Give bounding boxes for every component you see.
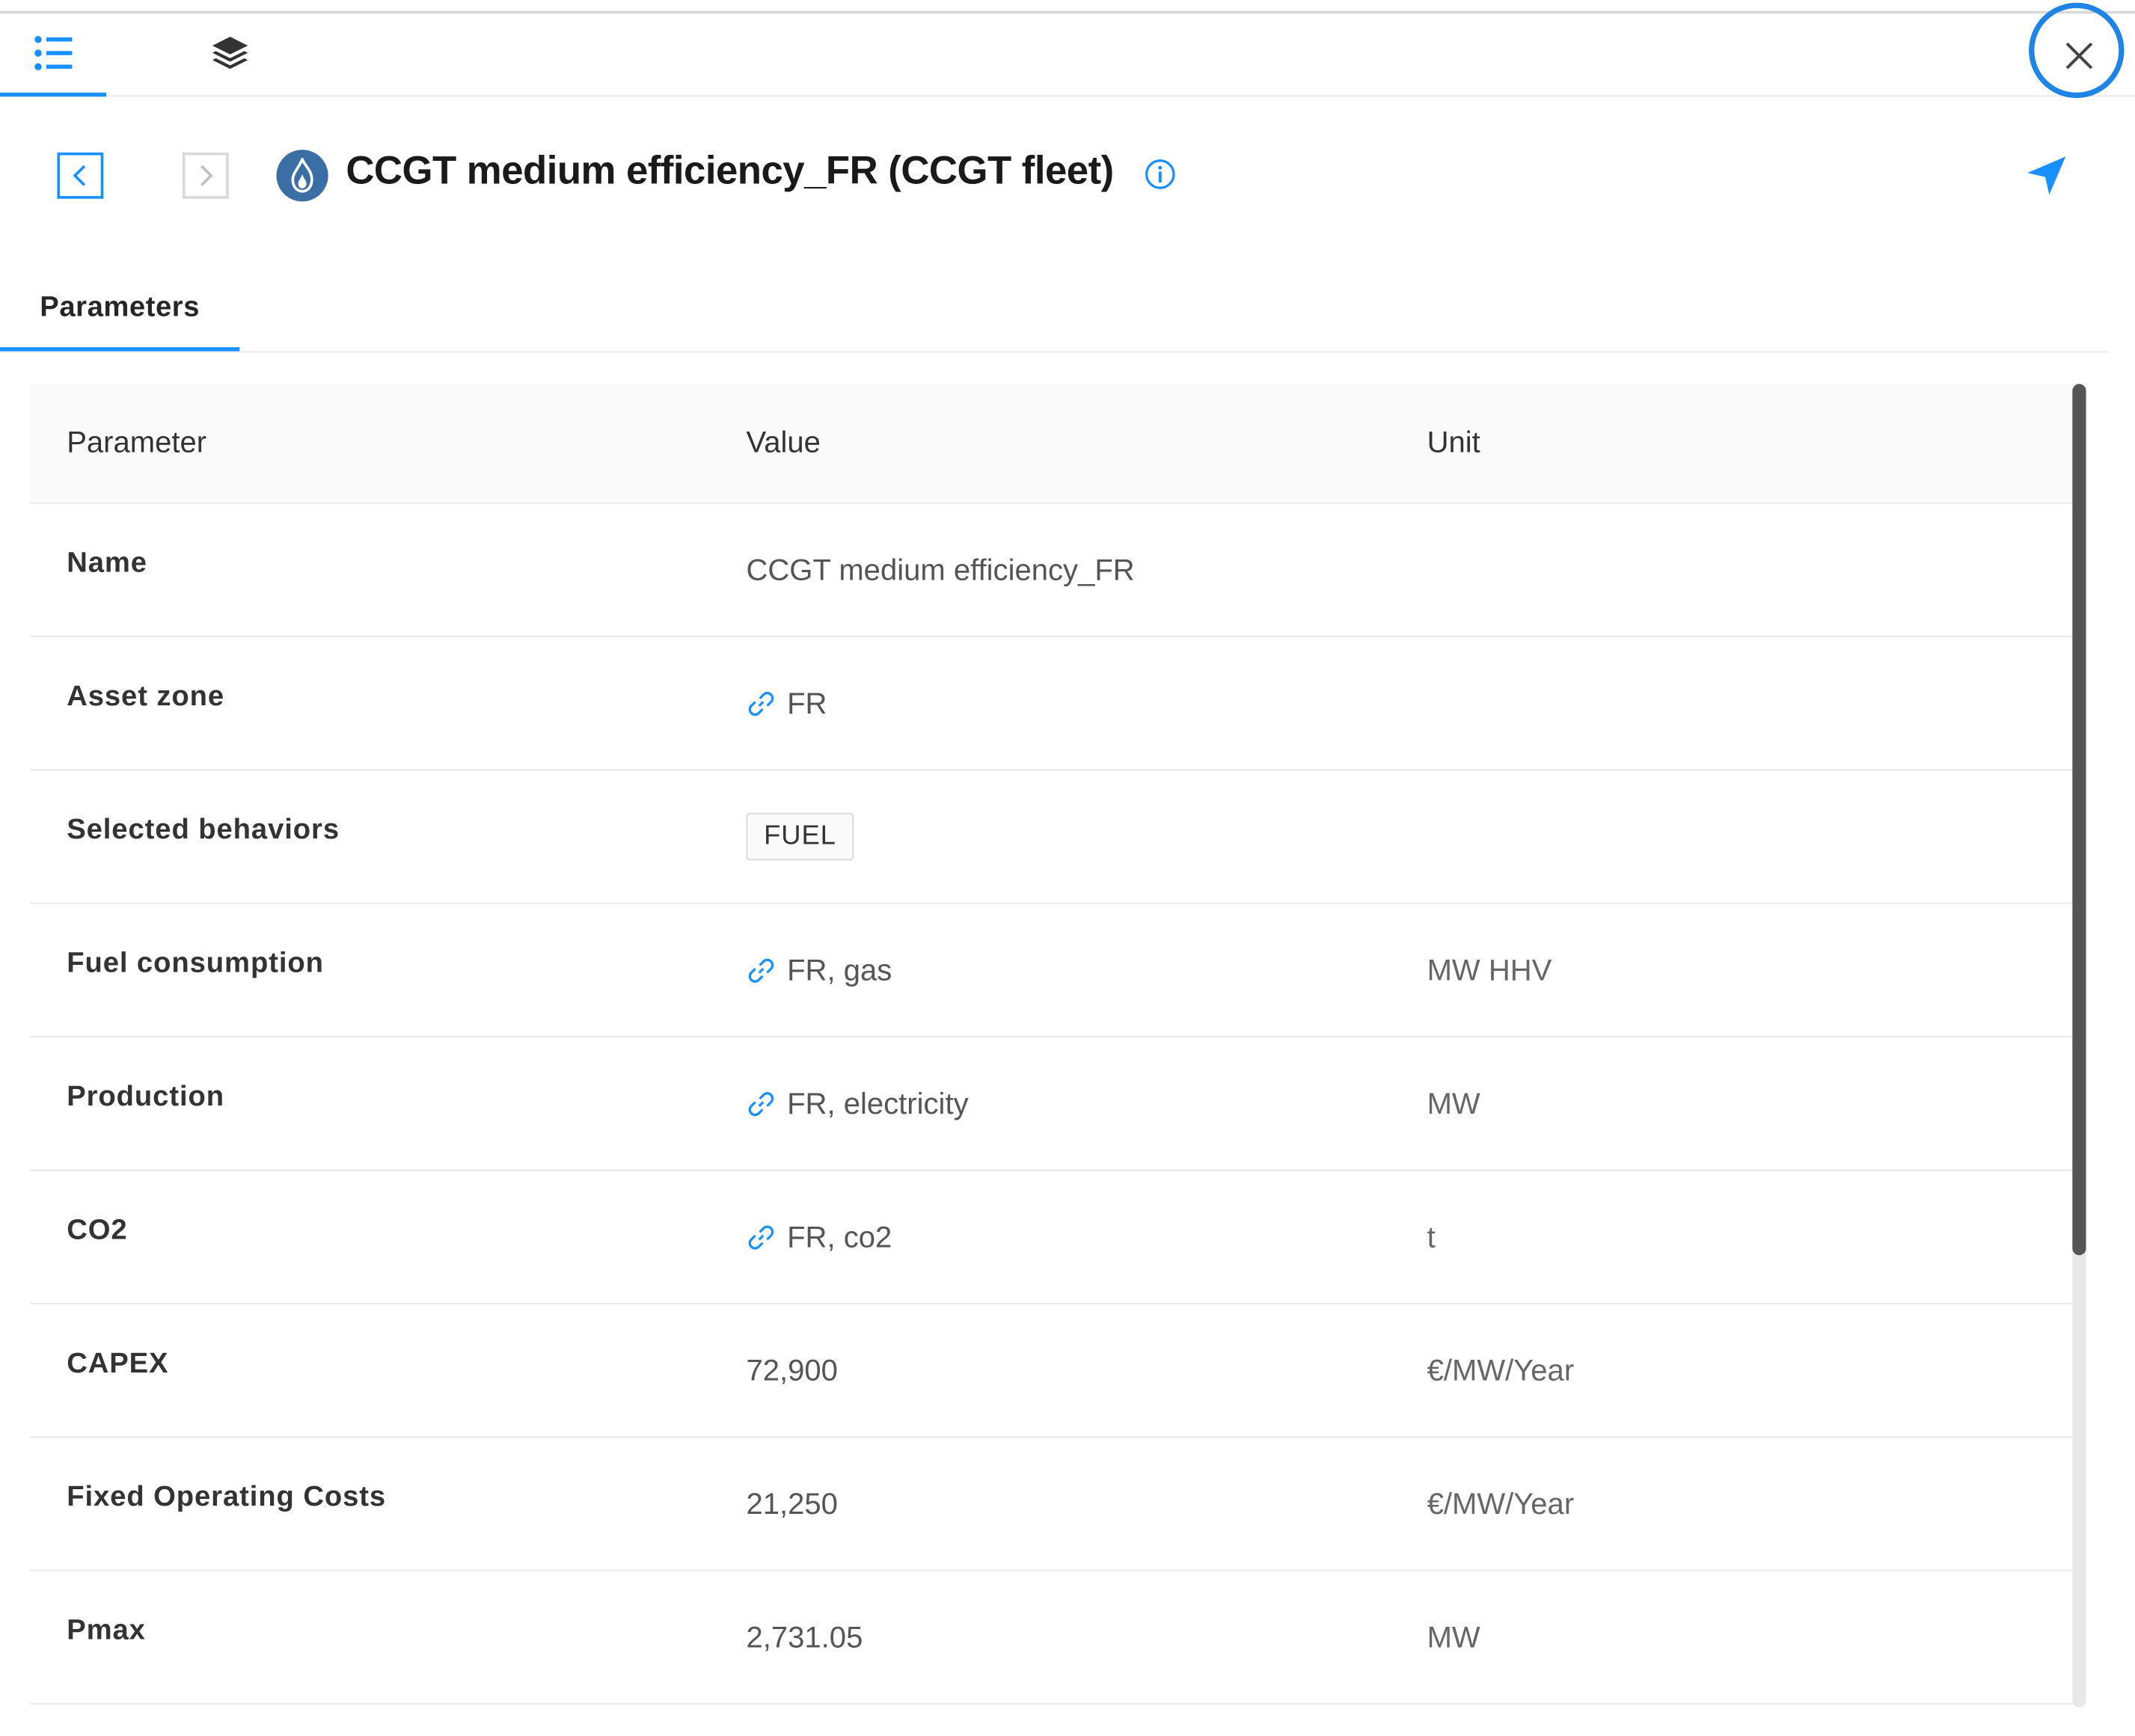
parameter-value: 2,731.05 xyxy=(746,1620,863,1655)
table-header: Parameter Value Unit xyxy=(30,384,2073,504)
previous-asset-button[interactable] xyxy=(57,152,104,199)
parameter-value: FUEL xyxy=(746,812,854,861)
parameter-name: Fixed Operating Costs xyxy=(67,1481,387,1513)
close-icon xyxy=(2065,42,2093,70)
info-icon[interactable] xyxy=(1144,158,1177,191)
parameter-name: Pmax xyxy=(67,1614,146,1646)
link-icon xyxy=(748,1225,774,1250)
parameter-value: CCGT medium efficiency_FR xyxy=(746,553,1134,588)
asset-type-badge xyxy=(276,150,328,202)
close-button[interactable] xyxy=(2050,27,2107,84)
linked-value-text[interactable]: FR, electricity xyxy=(787,1087,969,1122)
parameter-unit: €/MW/Year xyxy=(1427,1353,1575,1387)
parameter-name: Production xyxy=(67,1081,225,1113)
table-row: CAPEX 72,900 €/MW/Year xyxy=(30,1304,2073,1438)
chevron-left-icon xyxy=(73,165,86,186)
list-icon xyxy=(34,36,73,70)
value-text: CCGT medium efficiency_FR xyxy=(746,553,1135,587)
parameter-unit: t xyxy=(1427,1219,1436,1254)
tab-layers-view[interactable] xyxy=(177,13,284,93)
table-row: Asset zone FR xyxy=(30,637,2073,771)
tab-list-view[interactable] xyxy=(0,13,106,97)
column-header-parameter: Parameter xyxy=(67,424,207,459)
chevron-right-icon xyxy=(200,165,213,186)
parameter-value[interactable]: FR, gas xyxy=(746,953,892,988)
parameter-name: Asset zone xyxy=(67,681,225,712)
link-icon xyxy=(748,958,774,983)
gas-flame-icon xyxy=(291,158,313,193)
value-text: 2,731.05 xyxy=(746,1620,863,1654)
parameter-name: Selected behaviors xyxy=(67,814,340,846)
table-body: Name CCGT medium efficiency_FR Asset zone F… xyxy=(30,503,2073,1705)
linked-value-text[interactable]: FR, gas xyxy=(787,953,892,988)
tab-parameters[interactable]: Parameters xyxy=(0,267,240,352)
panel-view-tabs xyxy=(0,13,2135,97)
asset-title: CCGT medium efficiency_FR (CCGT fleet) xyxy=(346,150,1114,194)
value-text: 21,250 xyxy=(746,1486,838,1521)
parameter-value: 72,900 xyxy=(746,1353,837,1388)
column-header-unit: Unit xyxy=(1427,424,1480,459)
layers-icon xyxy=(212,37,248,70)
parameter-unit: MW xyxy=(1427,1086,1480,1121)
parameter-unit: €/MW/Year xyxy=(1427,1486,1575,1521)
behavior-tag: FUEL xyxy=(746,812,854,861)
parameter-value[interactable]: FR xyxy=(746,686,827,721)
table-row: Selected behaviors FUEL xyxy=(30,770,2073,904)
asset-detail-panel: CCGT medium efficiency_FR (CCGT fleet) P… xyxy=(0,0,2135,1736)
column-header-value: Value xyxy=(746,424,821,459)
parameter-value[interactable]: FR, electricity xyxy=(746,1087,969,1122)
parameter-unit: MW xyxy=(1427,1620,1480,1654)
navigate-arrow-icon[interactable] xyxy=(2024,153,2070,199)
table-row: CO2 FR, co2 t xyxy=(30,1171,2073,1304)
link-icon xyxy=(748,1092,774,1117)
scrollbar-thumb[interactable] xyxy=(2072,384,2086,1256)
parameter-value[interactable]: FR, co2 xyxy=(746,1220,892,1255)
link-icon xyxy=(748,691,774,717)
parameter-unit: MW HHV xyxy=(1427,953,1552,987)
parameter-name: CO2 xyxy=(67,1214,128,1246)
table-row: Production FR, electricity MW xyxy=(30,1037,2073,1171)
table-row: Fuel consumption FR, gas MW HHV xyxy=(30,904,2073,1037)
parameter-value: 21,250 xyxy=(746,1487,837,1522)
section-tabs: Parameters xyxy=(0,267,2108,353)
table-row: Pmax 2,731.05 MW xyxy=(30,1571,2073,1705)
parameter-name: CAPEX xyxy=(67,1347,169,1379)
parameters-table: Parameter Value Unit Name CCGT medium eff… xyxy=(30,384,2073,1705)
linked-value-text[interactable]: FR, co2 xyxy=(787,1220,892,1255)
parameter-name: Name xyxy=(67,547,147,579)
parameter-name: Fuel consumption xyxy=(67,947,324,979)
linked-value-text[interactable]: FR xyxy=(787,686,827,721)
next-asset-button[interactable] xyxy=(182,152,229,199)
table-row: Fixed Operating Costs 21,250 €/MW/Year xyxy=(30,1438,2073,1571)
panel-header: CCGT medium efficiency_FR (CCGT fleet) xyxy=(0,131,2135,226)
value-text: 72,900 xyxy=(746,1353,838,1387)
table-row: Name CCGT medium efficiency_FR xyxy=(30,503,2073,637)
